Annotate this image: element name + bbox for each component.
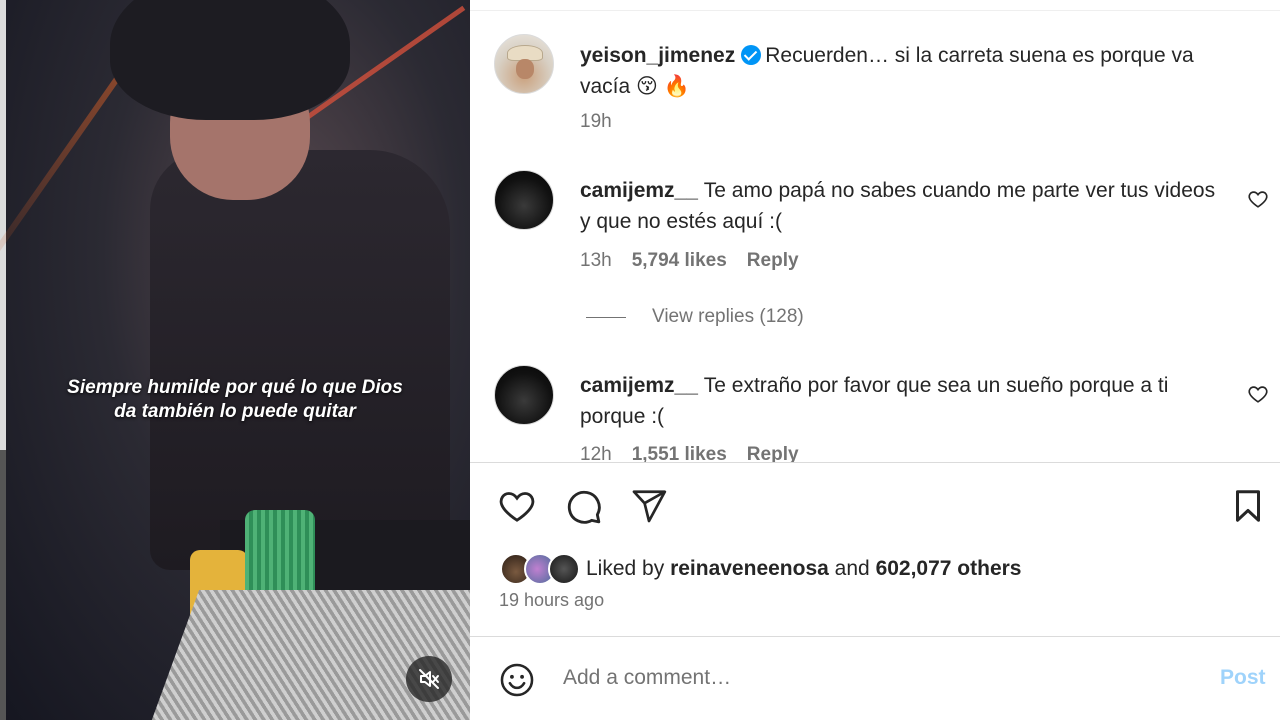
commenter-avatar[interactable] (494, 170, 554, 230)
instagram-post-view: Siempre humilde por qué lo que Dios da t… (0, 0, 1280, 720)
view-replies-button[interactable]: View replies (128) (586, 306, 804, 328)
comment-box-divider (470, 636, 1280, 637)
like-button[interactable] (497, 486, 537, 526)
smiley-icon (500, 663, 534, 697)
comment-meta: 12h 1,551 likes Reply (580, 444, 799, 462)
comment-like-heart-icon[interactable] (1247, 383, 1269, 405)
emoji-button[interactable] (497, 660, 537, 700)
commenter-avatar[interactable] (494, 365, 554, 425)
comments-scroll-area[interactable]: yeison_jimenez Recuerden… si la carreta s… (470, 0, 1280, 462)
commenter-username[interactable]: camijemz__ (580, 179, 698, 202)
view-replies-label: View replies (128) (652, 306, 804, 327)
comment-button[interactable] (563, 486, 603, 526)
bookmark-icon (1236, 490, 1260, 522)
liked-by-and: and (834, 557, 870, 580)
author-username[interactable]: yeison_jimenez (580, 44, 735, 67)
comment-bubble-icon (567, 490, 601, 524)
comment-like-heart-icon[interactable] (1247, 188, 1269, 210)
liked-by-prefix: Liked by (586, 557, 665, 580)
comment-time[interactable]: 13h (580, 250, 612, 271)
video-caption: Siempre humilde por qué lo que Dios da t… (67, 377, 403, 422)
post-caption: yeison_jimenez Recuerden… si la carreta s… (580, 40, 1240, 102)
performer-hat (110, 0, 350, 120)
performer-shirt (150, 150, 450, 570)
comment-likes[interactable]: 1,551 likes (632, 444, 727, 462)
reply-button[interactable]: Reply (747, 250, 799, 271)
mute-button[interactable] (406, 656, 452, 702)
actions-divider (470, 462, 1280, 463)
replies-line (586, 316, 626, 318)
post-comment-button[interactable]: Post (1220, 666, 1266, 690)
likes-others[interactable]: 602,077 others (876, 557, 1022, 581)
likes-summary[interactable]: Liked by reinaveneenosa and 602,077 othe… (500, 552, 1022, 586)
author-avatar[interactable] (494, 34, 554, 94)
post-video[interactable]: Siempre humilde por qué lo que Dios da t… (0, 0, 470, 720)
verified-badge-icon (741, 45, 762, 65)
speaker-muted-icon (419, 669, 439, 689)
avatar-face (516, 59, 534, 79)
comment-time[interactable]: 12h (580, 444, 612, 462)
post-time-ago[interactable]: 19 hours ago (499, 590, 604, 611)
post-details-panel: yeison_jimenez Recuerden… si la carreta s… (470, 0, 1280, 720)
window-edge-dark (0, 450, 6, 720)
post-time[interactable]: 19h (580, 111, 612, 133)
liker-avatars (500, 552, 584, 586)
liker-avatar (548, 553, 580, 585)
reply-button[interactable]: Reply (747, 444, 799, 462)
comment-likes[interactable]: 5,794 likes (632, 250, 727, 271)
comment-body: camijemz__ Te extraño por favor que sea … (580, 370, 1220, 432)
liker-username[interactable]: reinaveneenosa (670, 557, 829, 581)
heart-icon (499, 492, 535, 522)
paper-plane-icon (632, 490, 667, 523)
comment-body: camijemz__ Te amo papá no sabes cuando m… (580, 175, 1220, 237)
save-button[interactable] (1228, 486, 1268, 526)
comment-input[interactable]: Add a comment… (563, 666, 731, 690)
comment-meta: 13h 5,794 likes Reply (580, 250, 799, 272)
commenter-username[interactable]: camijemz__ (580, 374, 698, 397)
share-button[interactable] (629, 486, 669, 526)
